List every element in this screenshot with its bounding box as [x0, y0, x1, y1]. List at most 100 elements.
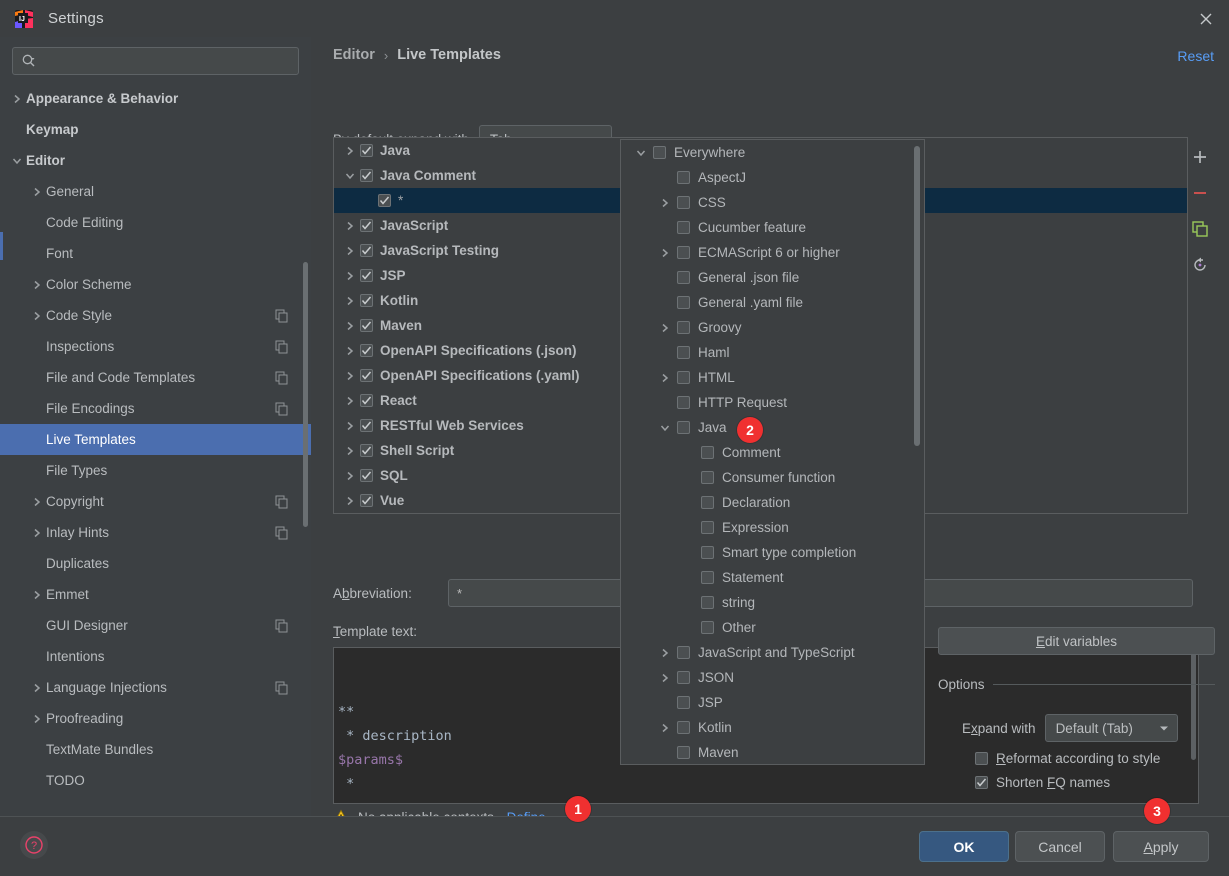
context-checkbox[interactable]	[677, 721, 690, 734]
chevron-right-icon[interactable]	[340, 471, 360, 481]
context-checkbox[interactable]	[677, 646, 690, 659]
chevron-right-icon[interactable]	[653, 648, 677, 658]
template-enabled-checkbox[interactable]	[378, 194, 391, 207]
cancel-button[interactable]: Cancel	[1015, 831, 1105, 862]
sidebar-item-file-types[interactable]: File Types	[0, 455, 311, 486]
context-checkbox[interactable]	[701, 571, 714, 584]
chevron-right-icon[interactable]	[8, 94, 26, 104]
context-checkbox[interactable]	[677, 671, 690, 684]
chevron-right-icon[interactable]	[340, 346, 360, 356]
context-row-jsp[interactable]: JSP	[621, 690, 924, 715]
context-row-other[interactable]: Other	[621, 615, 924, 640]
context-row-cucumber-feature[interactable]: Cucumber feature	[621, 215, 924, 240]
template-enabled-checkbox[interactable]	[360, 369, 373, 382]
sidebar-item-file-encodings[interactable]: File Encodings	[0, 393, 311, 424]
chevron-right-icon[interactable]	[340, 246, 360, 256]
sidebar-scrollbar[interactable]	[303, 262, 308, 527]
sidebar-item-live-templates[interactable]: Live Templates	[0, 424, 311, 455]
shorten-checkbox-row[interactable]: Shorten FQ names	[938, 775, 1215, 790]
context-selection-popup[interactable]: Everywhere AspectJ CSS Cucumber feature ECMA…	[620, 139, 925, 765]
sidebar-item-textmate-bundles[interactable]: TextMate Bundles	[0, 734, 311, 765]
popup-scrollbar[interactable]	[914, 146, 920, 446]
context-row-http-request[interactable]: HTTP Request	[621, 390, 924, 415]
context-row-consumer-function[interactable]: Consumer function	[621, 465, 924, 490]
template-enabled-checkbox[interactable]	[360, 294, 373, 307]
context-row-comment[interactable]: Comment	[621, 440, 924, 465]
chevron-right-icon[interactable]	[28, 714, 46, 724]
chevron-right-icon[interactable]	[340, 421, 360, 431]
chevron-down-icon[interactable]	[8, 156, 26, 166]
chevron-right-icon[interactable]	[340, 146, 360, 156]
chevron-right-icon[interactable]	[28, 187, 46, 197]
chevron-right-icon[interactable]	[340, 271, 360, 281]
context-checkbox[interactable]	[677, 221, 690, 234]
sidebar-item-font[interactable]: Font	[0, 238, 311, 269]
context-row-declaration[interactable]: Declaration	[621, 490, 924, 515]
chevron-right-icon[interactable]	[340, 396, 360, 406]
context-checkbox[interactable]	[701, 471, 714, 484]
template-enabled-checkbox[interactable]	[360, 319, 373, 332]
context-row-javascript-and-typescript[interactable]: JavaScript and TypeScript	[621, 640, 924, 665]
context-row-kotlin[interactable]: Kotlin	[621, 715, 924, 740]
context-checkbox[interactable]	[677, 696, 690, 709]
sidebar-item-appearance-behavior[interactable]: Appearance & Behavior	[0, 83, 311, 114]
sidebar-item-copyright[interactable]: Copyright	[0, 486, 311, 517]
chevron-right-icon[interactable]	[28, 590, 46, 600]
search-box[interactable]	[12, 47, 299, 75]
context-row-ecmascript-6-or-higher[interactable]: ECMAScript 6 or higher	[621, 240, 924, 265]
breadcrumb-parent[interactable]: Editor	[333, 47, 375, 63]
sidebar-item-proofreading[interactable]: Proofreading	[0, 703, 311, 734]
expand-with-combo[interactable]: Default (Tab)	[1044, 714, 1178, 742]
minus-icon[interactable]	[1190, 183, 1210, 203]
sidebar-item-general[interactable]: General	[0, 176, 311, 207]
sidebar-item-file-and-code-templates[interactable]: File and Code Templates	[0, 362, 311, 393]
chevron-right-icon[interactable]	[340, 446, 360, 456]
reset-link[interactable]: Reset	[1177, 48, 1214, 64]
context-row-statement[interactable]: Statement	[621, 565, 924, 590]
context-checkbox[interactable]	[677, 246, 690, 259]
context-checkbox[interactable]	[701, 596, 714, 609]
template-enabled-checkbox[interactable]	[360, 494, 373, 507]
revert-icon[interactable]	[1190, 255, 1210, 275]
sidebar-item-inlay-hints[interactable]: Inlay Hints	[0, 517, 311, 548]
template-enabled-checkbox[interactable]	[360, 394, 373, 407]
context-checkbox[interactable]	[677, 296, 690, 309]
search-input[interactable]	[37, 53, 298, 69]
context-checkbox[interactable]	[677, 746, 690, 759]
context-row-aspectj[interactable]: AspectJ	[621, 165, 924, 190]
context-checkbox[interactable]	[677, 271, 690, 284]
context-checkbox[interactable]	[677, 371, 690, 384]
chevron-right-icon[interactable]	[653, 723, 677, 733]
help-icon[interactable]: ?	[20, 831, 48, 859]
chevron-down-icon[interactable]	[653, 423, 677, 433]
sidebar-item-inspections[interactable]: Inspections	[0, 331, 311, 362]
template-enabled-checkbox[interactable]	[360, 244, 373, 257]
sidebar-item-duplicates[interactable]: Duplicates	[0, 548, 311, 579]
sidebar-item-todo[interactable]: TODO	[0, 765, 311, 796]
close-icon[interactable]	[1183, 0, 1229, 37]
context-row-maven[interactable]: Maven	[621, 740, 924, 764]
context-checkbox[interactable]	[677, 396, 690, 409]
sidebar-item-code-editing[interactable]: Code Editing	[0, 207, 311, 238]
context-row-expression[interactable]: Expression	[621, 515, 924, 540]
context-checkbox[interactable]	[701, 621, 714, 634]
sidebar-item-code-style[interactable]: Code Style	[0, 300, 311, 331]
context-checkbox[interactable]	[677, 171, 690, 184]
shorten-checkbox[interactable]	[975, 776, 988, 789]
sidebar-item-emmet[interactable]: Emmet	[0, 579, 311, 610]
chevron-right-icon[interactable]	[340, 221, 360, 231]
chevron-right-icon[interactable]	[28, 280, 46, 290]
plus-icon[interactable]	[1190, 147, 1210, 167]
context-checkbox[interactable]	[677, 196, 690, 209]
chevron-right-icon[interactable]	[340, 296, 360, 306]
template-enabled-checkbox[interactable]	[360, 269, 373, 282]
chevron-right-icon[interactable]	[653, 673, 677, 683]
context-row-json[interactable]: JSON	[621, 665, 924, 690]
sidebar-item-intentions[interactable]: Intentions	[0, 641, 311, 672]
context-row-html[interactable]: HTML	[621, 365, 924, 390]
context-checkbox[interactable]	[701, 496, 714, 509]
context-checkbox[interactable]	[701, 446, 714, 459]
chevron-right-icon[interactable]	[653, 323, 677, 333]
chevron-right-icon[interactable]	[28, 683, 46, 693]
context-row-groovy[interactable]: Groovy	[621, 315, 924, 340]
